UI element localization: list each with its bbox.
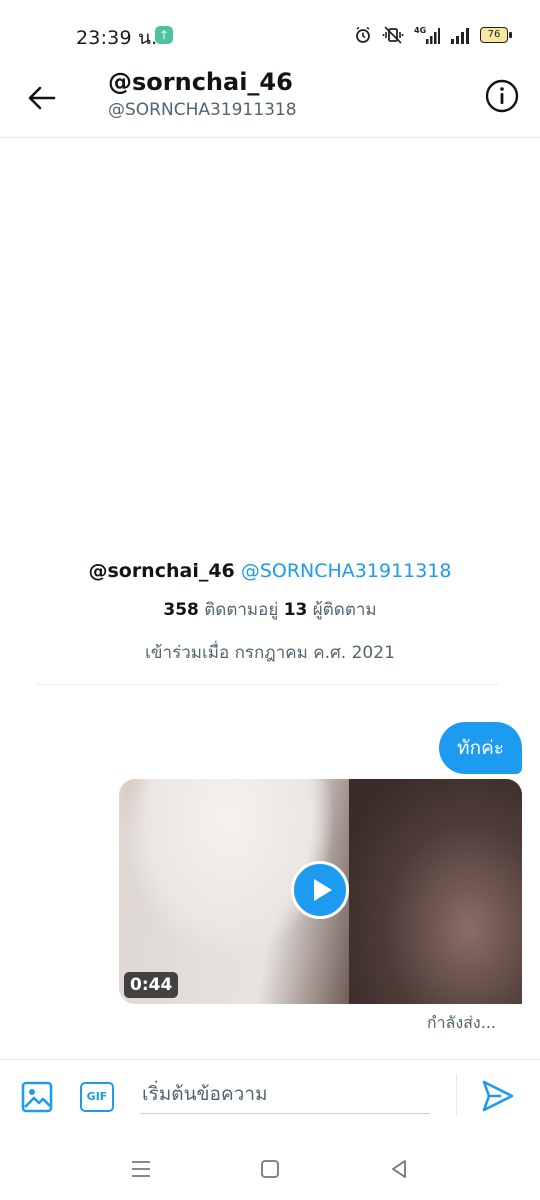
status-time: 23:39 น.: [76, 27, 158, 49]
status-bar: 23:39 น. ↑ 4G 76: [0, 0, 540, 70]
video-duration: 0:44: [124, 972, 179, 998]
message-composer: GIF: [0, 1059, 540, 1135]
info-icon: [485, 79, 519, 113]
play-button[interactable]: [291, 861, 349, 919]
status-icons: 4G 76: [354, 24, 512, 46]
followers-count: 13: [283, 600, 308, 620]
conversation-title: @sornchai_46: [108, 68, 293, 96]
media-button[interactable]: [20, 1080, 54, 1114]
following-label: ติดตามอยู่: [204, 600, 279, 620]
back-triangle-icon: [392, 1160, 406, 1178]
signal-icon: [450, 25, 470, 45]
conversation-header: @sornchai_46 @SORNCHA31911318: [0, 62, 540, 138]
send-icon: [482, 1080, 514, 1112]
navigation-bar: [0, 1140, 540, 1200]
image-icon: [21, 1081, 53, 1113]
joined-date: เข้าร่วมเมื่อ กรกฎาคม ค.ศ. 2021: [145, 643, 395, 663]
divider: [36, 684, 498, 685]
video-thumbnail: [349, 779, 522, 1004]
battery-icon: 76: [480, 27, 512, 43]
svg-text:4G: 4G: [414, 26, 426, 35]
video-message[interactable]: 0:44: [119, 779, 522, 1004]
message-input[interactable]: [140, 1074, 430, 1114]
conversation-subtitle: @SORNCHA31911318: [108, 100, 297, 120]
gif-button[interactable]: GIF: [80, 1082, 114, 1112]
profile-name[interactable]: @sornchai_46: [88, 560, 234, 582]
following-count: 358: [163, 600, 199, 620]
home-square-icon: [261, 1160, 279, 1178]
profile-handle[interactable]: @SORNCHA31911318: [241, 560, 452, 582]
back-button[interactable]: [22, 78, 62, 118]
profile-summary: @sornchai_46 @SORNCHA31911318 358 ติดตาม…: [0, 560, 540, 666]
upload-notification-icon: ↑: [155, 26, 173, 44]
vibrate-icon: [382, 25, 404, 45]
home-button[interactable]: [255, 1154, 285, 1184]
profile-names: @sornchai_46 @SORNCHA31911318: [0, 560, 540, 582]
menu-icon: [132, 1161, 150, 1177]
info-button[interactable]: [482, 76, 522, 116]
back-nav-button[interactable]: [384, 1154, 414, 1184]
back-arrow-icon: [28, 86, 56, 110]
message-bubble[interactable]: ทักค่ะ: [439, 722, 522, 774]
play-icon: [313, 879, 332, 901]
composer-separator: [456, 1074, 457, 1116]
followers-label: ผู้ติดตาม: [312, 600, 377, 620]
alarm-icon: [354, 25, 372, 45]
recents-button[interactable]: [126, 1154, 156, 1184]
send-button[interactable]: [480, 1078, 516, 1114]
signal-4g-icon: 4G: [414, 25, 440, 45]
profile-stats: 358 ติดตามอยู่ 13 ผู้ติดตาม: [0, 596, 540, 623]
sending-status: กำลังส่ง...: [426, 1013, 496, 1032]
